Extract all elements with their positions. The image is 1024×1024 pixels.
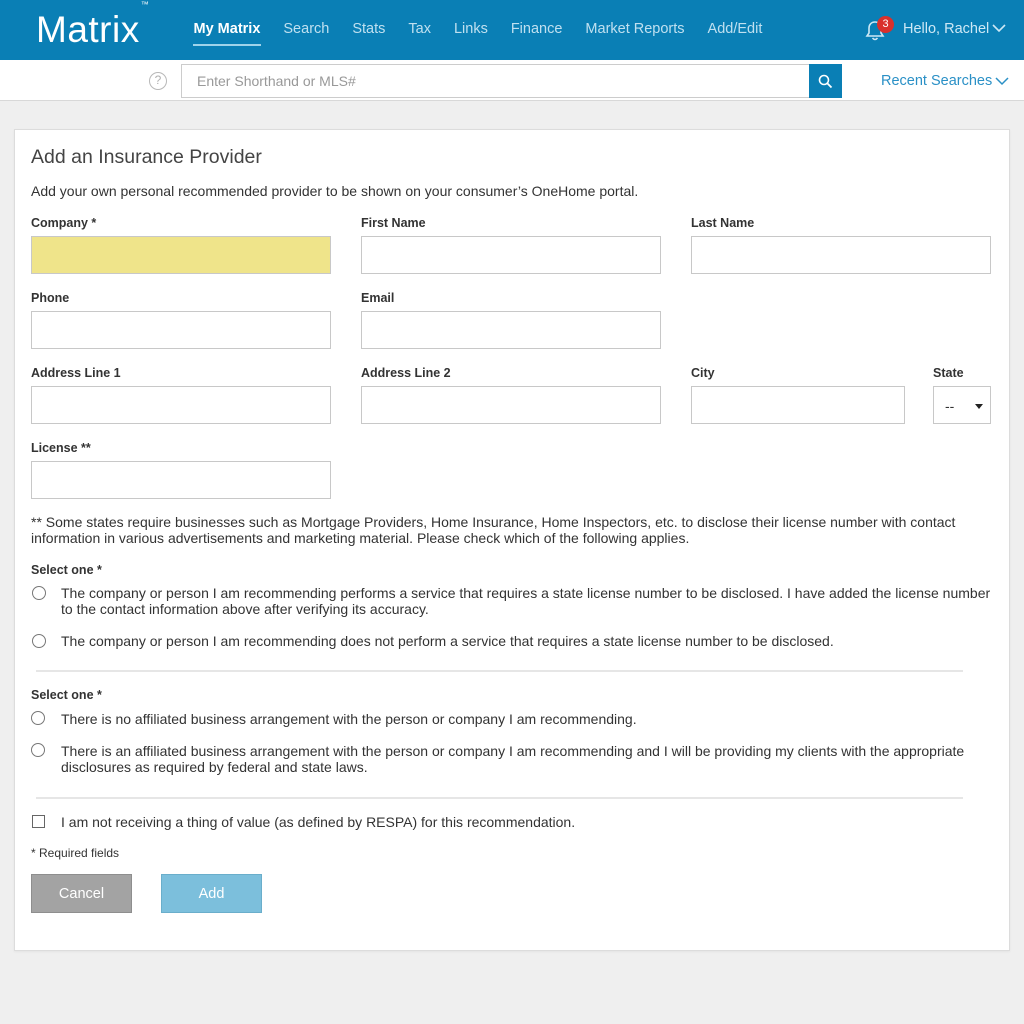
chevron-down-icon[interactable] <box>995 76 1009 86</box>
license-not-required-option-text: The company or person I am recommending … <box>61 633 834 649</box>
top-nav-bar: Matrix™ My Matrix Search Stats Tax Links… <box>0 0 1024 60</box>
address-line-2-label: Address Line 2 <box>361 366 451 380</box>
required-fields-note: * Required fields <box>31 846 120 860</box>
phone-label: Phone <box>31 291 70 305</box>
shorthand-search-input[interactable] <box>181 64 809 98</box>
trademark-mark: ™ <box>140 0 150 9</box>
state-select[interactable]: -- <box>933 386 991 424</box>
email-label: Email <box>361 291 395 305</box>
help-icon[interactable]: ? <box>149 72 167 90</box>
section-divider <box>36 670 963 672</box>
license-required-radio[interactable] <box>32 586 46 600</box>
affiliation-select-one-label: Select one * <box>31 688 102 702</box>
add-button[interactable]: Add <box>161 874 262 913</box>
user-greeting[interactable]: Hello, Rachel <box>903 21 989 37</box>
nav-stats[interactable]: Stats <box>341 0 397 60</box>
respa-checkbox[interactable] <box>32 815 45 828</box>
company-field[interactable] <box>31 236 331 274</box>
form-intro: Add your own personal recommended provid… <box>31 183 639 199</box>
company-label: Company * <box>31 216 97 230</box>
last-name-field[interactable] <box>691 236 991 274</box>
search-icon <box>818 74 833 88</box>
email-field[interactable] <box>361 311 661 349</box>
license-select-one-label: Select one * <box>31 563 102 577</box>
last-name-label: Last Name <box>691 216 755 230</box>
city-field[interactable] <box>691 386 905 424</box>
nav-search[interactable]: Search <box>272 0 341 60</box>
nav-add-edit[interactable]: Add/Edit <box>696 0 774 60</box>
insurance-provider-form: Add an Insurance Provider Add your own p… <box>14 129 1010 951</box>
search-bar-row: ? Recent Searches <box>0 60 1024 101</box>
main-nav: My Matrix Search Stats Tax Links Finance… <box>182 0 774 60</box>
chevron-down-icon[interactable] <box>992 23 1006 33</box>
license-field[interactable] <box>31 461 331 499</box>
first-name-label: First Name <box>361 216 426 230</box>
affiliation-radio[interactable] <box>31 743 45 757</box>
city-label: City <box>691 366 715 380</box>
state-label: State <box>933 366 964 380</box>
recent-searches-link[interactable]: Recent Searches <box>881 73 992 89</box>
notification-badge: 3 <box>877 16 894 33</box>
state-selected-value: -- <box>945 398 955 414</box>
nav-links[interactable]: Links <box>442 0 499 60</box>
no-affiliation-option-text: There is no affiliated business arrangem… <box>61 711 637 727</box>
page-title: Add an Insurance Provider <box>31 146 262 168</box>
license-required-option-text: The company or person I am recommending … <box>61 585 991 617</box>
license-not-required-radio[interactable] <box>32 634 46 648</box>
search-button[interactable] <box>809 64 842 98</box>
nav-finance[interactable]: Finance <box>499 0 574 60</box>
address-line-2-field[interactable] <box>361 386 661 424</box>
nav-my-matrix[interactable]: My Matrix <box>182 0 272 60</box>
cancel-button[interactable]: Cancel <box>31 874 132 913</box>
address-line-1-label: Address Line 1 <box>31 366 121 380</box>
license-label: License ** <box>31 441 91 455</box>
matrix-logo[interactable]: Matrix™ <box>36 0 149 51</box>
affiliation-option-text: There is an affiliated business arrangem… <box>61 743 965 775</box>
no-affiliation-radio[interactable] <box>31 711 45 725</box>
caret-down-icon <box>975 404 983 409</box>
section-divider <box>36 797 963 799</box>
address-line-1-field[interactable] <box>31 386 331 424</box>
license-disclosure-note: ** Some states require businesses such a… <box>31 514 956 546</box>
first-name-field[interactable] <box>361 236 661 274</box>
phone-field[interactable] <box>31 311 331 349</box>
nav-market-reports[interactable]: Market Reports <box>574 0 696 60</box>
respa-checkbox-label: I am not receiving a thing of value (as … <box>61 814 576 830</box>
nav-tax[interactable]: Tax <box>397 0 443 60</box>
